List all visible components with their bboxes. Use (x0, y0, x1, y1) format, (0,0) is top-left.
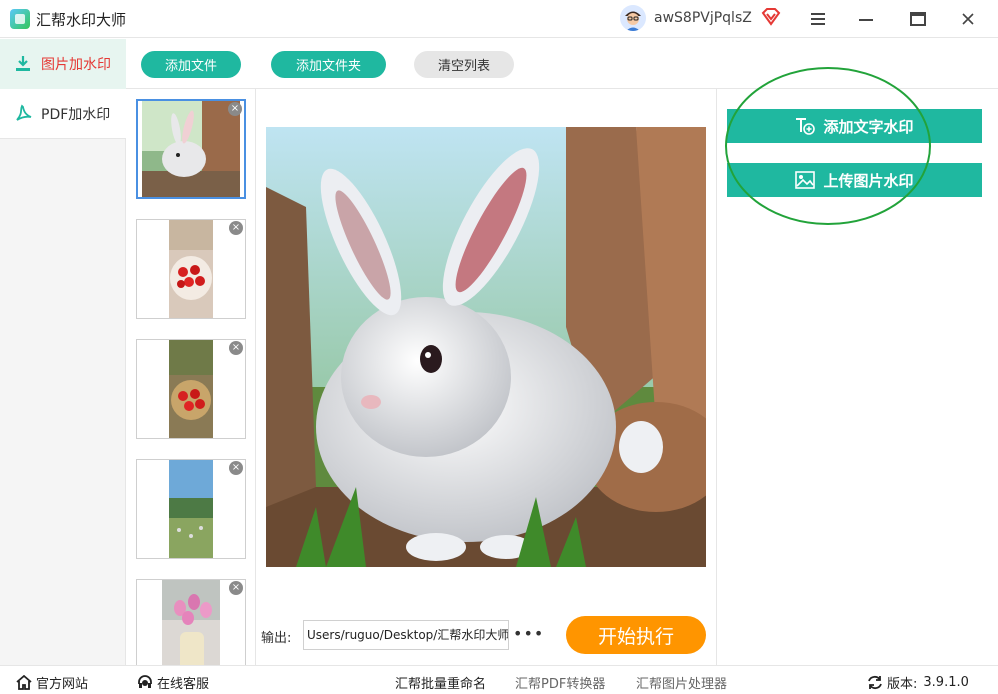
remove-thumbnail-icon[interactable]: × (229, 461, 243, 475)
preview-panel: 输出: Users/ruguo/Desktop/汇帮水印大师 ••• 开始执行 (256, 89, 716, 665)
online-support-label: 在线客服 (157, 677, 210, 692)
avatar[interactable] (620, 5, 646, 31)
thumbnail-image (169, 460, 213, 558)
sidebar-item-image-watermark[interactable]: 图片加水印 (0, 39, 126, 89)
minimize-icon[interactable] (853, 6, 879, 32)
official-website-link[interactable]: 官方网站 (16, 673, 88, 692)
close-icon[interactable] (955, 6, 981, 32)
preview-image (266, 127, 706, 567)
start-button[interactable]: 开始执行 (566, 616, 706, 654)
thumbnail-item[interactable]: × (136, 579, 246, 665)
thumbnail-item[interactable]: × (136, 99, 246, 199)
remove-thumbnail-icon[interactable]: × (229, 581, 243, 595)
remove-thumbnail-icon[interactable]: × (228, 102, 242, 116)
remove-thumbnail-icon[interactable]: × (229, 221, 243, 235)
add-file-button[interactable]: 添加文件 (141, 51, 241, 78)
sidebar-item-pdf-watermark[interactable]: PDF加水印 (0, 89, 126, 139)
app-logo-icon (10, 9, 30, 29)
title-bar: 汇帮水印大师 awS8PVjPqlsZ (0, 0, 998, 38)
online-support-link[interactable]: 在线客服 (137, 673, 209, 692)
image-processor-link[interactable]: 汇帮图片处理器 (636, 673, 727, 692)
version-number: 3.9.1.0 (923, 675, 969, 690)
thumbnail-item[interactable]: × (136, 459, 246, 559)
pdf-converter-link[interactable]: 汇帮PDF转换器 (515, 673, 605, 692)
app-title: 汇帮水印大师 (36, 11, 127, 29)
upload-image-watermark-label: 上传图片水印 (823, 171, 914, 190)
official-website-label: 官方网站 (36, 677, 89, 692)
app-window: 汇帮水印大师 awS8PVjPqlsZ 图片加水印 PDF加水印 添加文件 添加… (0, 0, 998, 694)
thumbnail-image (169, 220, 213, 318)
user-name[interactable]: awS8PVjPqlsZ (654, 10, 752, 26)
sidebar: 图片加水印 PDF加水印 (0, 39, 126, 665)
text-add-icon (795, 117, 816, 135)
add-folder-button[interactable]: 添加文件夹 (271, 51, 386, 78)
footer-bar: 官方网站 在线客服 汇帮批量重命名 汇帮PDF转换器 汇帮图片处理器 版本: 3… (0, 665, 998, 694)
output-path-field[interactable]: Users/ruguo/Desktop/汇帮水印大师 (303, 620, 509, 650)
remove-thumbnail-icon[interactable]: × (229, 341, 243, 355)
watermark-panel: 添加文字水印 上传图片水印 (716, 89, 998, 665)
add-text-watermark-label: 添加文字水印 (823, 117, 914, 136)
headset-icon (137, 675, 153, 690)
image-icon (795, 171, 816, 189)
batch-rename-link[interactable]: 汇帮批量重命名 (395, 673, 486, 692)
add-text-watermark-button[interactable]: 添加文字水印 (727, 109, 982, 143)
pdf-icon (12, 103, 34, 125)
download-icon (12, 53, 34, 75)
maximize-icon[interactable] (905, 6, 931, 32)
sidebar-item-label: PDF加水印 (41, 106, 111, 123)
sidebar-item-label: 图片加水印 (41, 57, 111, 73)
thumbnail-image (142, 101, 240, 197)
toolbar: 添加文件 添加文件夹 清空列表 (126, 39, 998, 89)
thumbnail-image (169, 340, 213, 438)
upload-image-watermark-button[interactable]: 上传图片水印 (727, 163, 982, 197)
thumbnail-list: × × × × × (126, 89, 256, 665)
home-icon (16, 675, 32, 690)
refresh-icon (867, 675, 883, 690)
thumbnail-item[interactable]: × (136, 219, 246, 319)
version-label: 版本: (887, 677, 918, 692)
thumbnail-image (162, 580, 220, 665)
thumbnail-item[interactable]: × (136, 339, 246, 439)
clear-list-button[interactable]: 清空列表 (414, 51, 514, 78)
output-label: 输出: (261, 631, 292, 646)
menu-icon[interactable] (805, 6, 831, 32)
version-info[interactable]: 版本: 3.9.1.0 (867, 673, 969, 692)
more-options-icon[interactable]: ••• (513, 624, 544, 643)
vip-diamond-icon[interactable] (761, 8, 781, 30)
